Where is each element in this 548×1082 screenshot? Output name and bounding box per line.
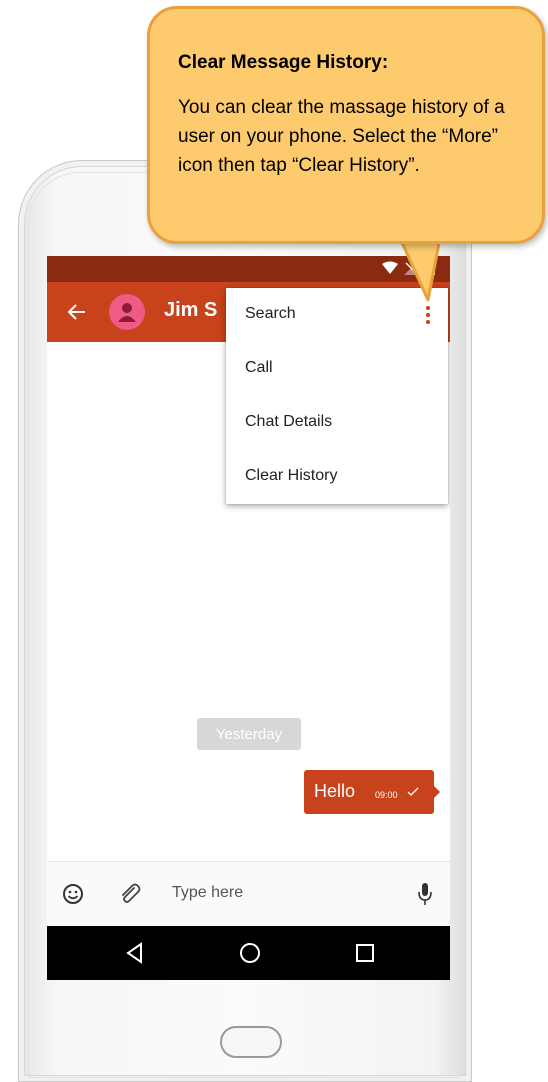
person-icon [118, 303, 136, 322]
wifi-icon [382, 261, 398, 274]
nav-bar [47, 926, 450, 980]
avatar[interactable] [109, 294, 145, 330]
nav-back-triangle-icon[interactable] [122, 940, 148, 966]
menu-item-label: Call [245, 359, 273, 376]
callout-title: Clear Message History: [178, 52, 389, 73]
date-chip: Yesterday [197, 718, 301, 750]
arrow-back-icon[interactable] [63, 298, 91, 326]
menu-item-label: Chat Details [245, 413, 333, 430]
mic-icon[interactable] [417, 882, 433, 906]
emoji-icon[interactable] [62, 883, 84, 905]
check-icon [407, 786, 419, 800]
message-bubble-tail [432, 784, 440, 800]
paperclip-icon[interactable] [118, 882, 142, 906]
callout-pointer [400, 238, 444, 302]
nav-home-circle-icon[interactable] [237, 940, 263, 966]
phone-home-button[interactable] [220, 1026, 282, 1058]
message-text: Hello [314, 781, 356, 801]
nav-recents-square-icon[interactable] [352, 940, 378, 966]
message-input[interactable] [172, 878, 392, 908]
input-bar [47, 861, 450, 926]
menu-item-label: Search [245, 305, 296, 322]
menu-item-chat-details[interactable]: Chat Details [226, 396, 448, 450]
status-bar [47, 256, 450, 282]
callout-body: You can clear the massage history of a u… [178, 97, 505, 176]
callout-box: Clear Message History: You can clear the… [147, 6, 545, 244]
menu-item-label: Clear History [245, 467, 338, 484]
contact-name[interactable]: Jim S [164, 299, 217, 322]
phone-screen: Jim S Yesterday Hello 09:00 Search Call … [47, 256, 450, 980]
message-bubble[interactable]: Hello 09:00 [304, 770, 434, 814]
menu-item-clear-history[interactable]: Clear History [226, 450, 448, 504]
overflow-menu: Search Call Chat Details Clear History [226, 288, 448, 504]
menu-item-call[interactable]: Call [226, 342, 448, 396]
message-time: 09:00 [375, 790, 398, 800]
